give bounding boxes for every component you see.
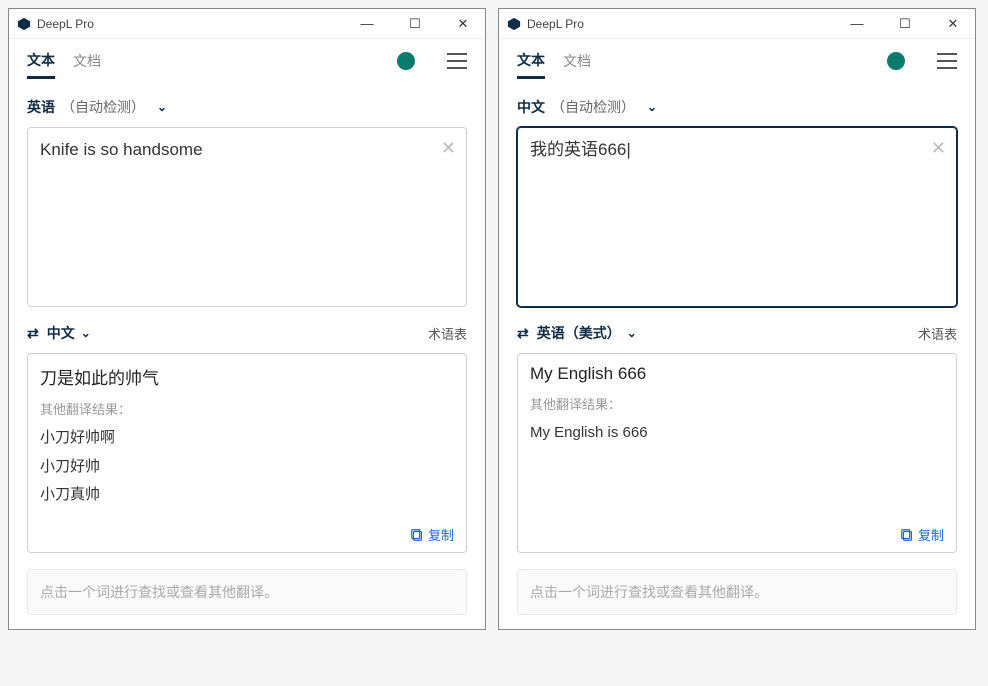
content-area: 英语 （自动检测） ⌄ Knife is so handsome ✕ ⇄ 中文 … — [9, 83, 485, 629]
app-window-right: DeepL Pro — ☐ ✕ 文本 文档 中文 （自动检测） ⌄ 我的英语66… — [498, 8, 976, 630]
alternatives-label: 其他翻译结果： — [40, 399, 454, 418]
tabbar: 文本 文档 — [499, 39, 975, 83]
app-icon — [507, 17, 521, 31]
app-icon — [17, 17, 31, 31]
dictionary-hint[interactable]: 点击一个词进行查找或查看其他翻译。 — [27, 569, 467, 615]
window-controls: — ☐ ✕ — [843, 16, 967, 32]
glossary-link[interactable]: 术语表 — [918, 324, 957, 343]
alt-item[interactable]: 小刀真帅 — [40, 481, 454, 510]
window-title: DeepL Pro — [527, 17, 843, 31]
copy-button[interactable]: 复制 — [530, 517, 944, 544]
chevron-down-icon[interactable]: ⌄ — [81, 326, 91, 340]
minimize-button[interactable]: — — [843, 16, 871, 31]
profile-indicator[interactable] — [397, 52, 415, 70]
chevron-down-icon[interactable]: ⌄ — [627, 326, 637, 340]
source-text-input[interactable]: Knife is so handsome ✕ — [27, 127, 467, 307]
tab-text[interactable]: 文本 — [517, 44, 545, 79]
glossary-link[interactable]: 术语表 — [428, 324, 467, 343]
swap-icon[interactable]: ⇄ — [27, 325, 39, 342]
close-button[interactable]: ✕ — [449, 16, 477, 32]
menu-icon[interactable] — [937, 53, 957, 69]
auto-detect-label: （自动检测） — [551, 97, 635, 117]
copy-label: 复制 — [918, 525, 944, 544]
source-text-input[interactable]: 我的英语666 ✕ — [517, 127, 957, 307]
alternatives-list: My English is 666 — [530, 419, 944, 448]
menu-icon[interactable] — [447, 53, 467, 69]
profile-indicator[interactable] — [887, 52, 905, 70]
translation-main: My English 666 — [530, 364, 944, 384]
maximize-button[interactable]: ☐ — [401, 16, 429, 32]
tabbar: 文本 文档 — [9, 39, 485, 83]
target-language-label[interactable]: 中文 — [47, 323, 75, 343]
translation-output: 刀是如此的帅气 其他翻译结果： 小刀好帅啊 小刀好帅 小刀真帅 复制 — [27, 353, 467, 553]
translation-output: My English 666 其他翻译结果： My English is 666… — [517, 353, 957, 553]
maximize-button[interactable]: ☐ — [891, 16, 919, 32]
source-language-label: 中文 — [517, 97, 545, 117]
copy-button[interactable]: 复制 — [40, 517, 454, 544]
titlebar: DeepL Pro — ☐ ✕ — [9, 9, 485, 39]
chevron-down-icon: ⌄ — [647, 100, 657, 114]
source-text: Knife is so handsome — [40, 138, 430, 162]
alternatives-list: 小刀好帅啊 小刀好帅 小刀真帅 — [40, 424, 454, 510]
content-area: 中文 （自动检测） ⌄ 我的英语666 ✕ ⇄ 英语（美式） ⌄ 术语表 My … — [499, 83, 975, 629]
target-language-row: ⇄ 中文 ⌄ 术语表 — [27, 307, 467, 353]
dictionary-hint[interactable]: 点击一个词进行查找或查看其他翻译。 — [517, 569, 957, 615]
clear-icon[interactable]: ✕ — [441, 138, 456, 159]
source-language-label: 英语 — [27, 97, 55, 117]
target-language-label[interactable]: 英语（美式） — [537, 323, 621, 343]
tab-text[interactable]: 文本 — [27, 44, 55, 79]
auto-detect-label: （自动检测） — [61, 97, 145, 117]
close-button[interactable]: ✕ — [939, 16, 967, 32]
translation-main: 刀是如此的帅气 — [40, 364, 454, 389]
titlebar: DeepL Pro — ☐ ✕ — [499, 9, 975, 39]
target-language-row: ⇄ 英语（美式） ⌄ 术语表 — [517, 307, 957, 353]
window-controls: — ☐ ✕ — [353, 16, 477, 32]
clear-icon[interactable]: ✕ — [931, 138, 946, 159]
app-window-left: DeepL Pro — ☐ ✕ 文本 文档 英语 （自动检测） ⌄ Knife … — [8, 8, 486, 630]
source-text: 我的英语666 — [530, 140, 631, 159]
copy-icon — [410, 528, 424, 542]
tab-document[interactable]: 文档 — [563, 45, 591, 77]
source-language-selector[interactable]: 中文 （自动检测） ⌄ — [517, 91, 957, 127]
copy-icon — [900, 528, 914, 542]
window-title: DeepL Pro — [37, 17, 353, 31]
alternatives-label: 其他翻译结果： — [530, 394, 944, 413]
alt-item[interactable]: My English is 666 — [530, 419, 944, 448]
copy-label: 复制 — [428, 525, 454, 544]
source-language-selector[interactable]: 英语 （自动检测） ⌄ — [27, 91, 467, 127]
alt-item[interactable]: 小刀好帅啊 — [40, 424, 454, 453]
tab-document[interactable]: 文档 — [73, 45, 101, 77]
swap-icon[interactable]: ⇄ — [517, 325, 529, 342]
chevron-down-icon: ⌄ — [157, 100, 167, 114]
alt-item[interactable]: 小刀好帅 — [40, 453, 454, 482]
minimize-button[interactable]: — — [353, 16, 381, 31]
